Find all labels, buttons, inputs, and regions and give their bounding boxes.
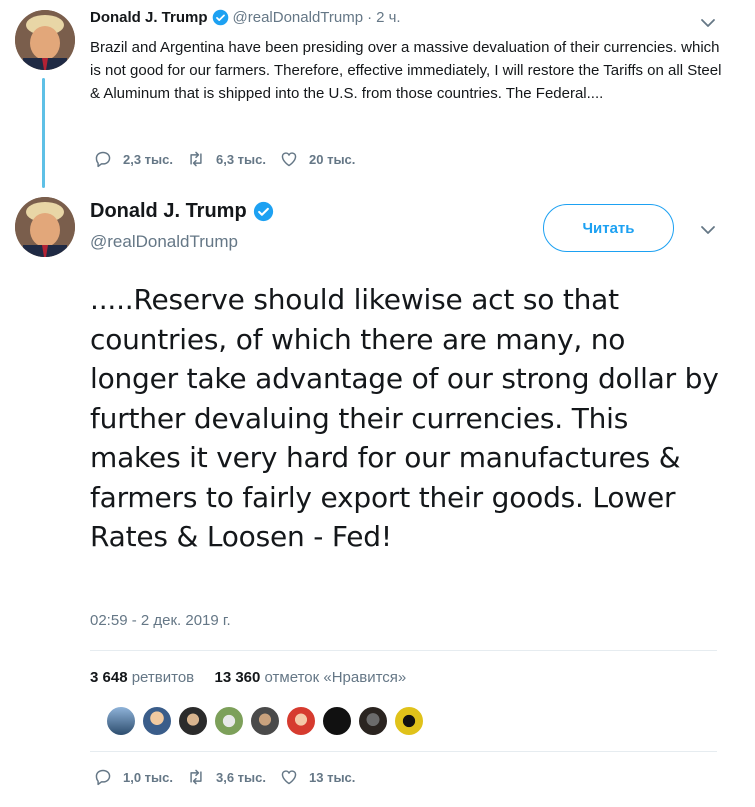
tweet2-like-count: 13 тыс. — [309, 769, 356, 785]
tweet1-actions: 2,3 тыс. 6,3 тыс. 20 тыс. — [93, 150, 368, 168]
tweet1-avatar[interactable] — [15, 10, 75, 70]
tweet2-text: .....Reserve should likewise act so that… — [90, 283, 719, 553]
retweet-total-label[interactable]: ретвитов — [132, 669, 194, 686]
divider — [90, 650, 717, 651]
follow-button[interactable]: Читать — [543, 204, 674, 252]
tweet1-author-name[interactable]: Donald J. Trump — [90, 9, 208, 26]
engagement-stats: 3 648 ретвитов 13 360 отметок «Нравится» — [90, 669, 406, 686]
liker-avatar[interactable] — [286, 706, 316, 736]
reply-icon[interactable] — [93, 150, 113, 168]
chevron-down-icon[interactable] — [700, 17, 716, 29]
liker-avatar[interactable] — [106, 706, 136, 736]
tweet1-handle[interactable]: @realDonaldTrump — [233, 9, 364, 26]
like-icon[interactable] — [279, 150, 299, 168]
divider — [90, 751, 717, 752]
like-total-label[interactable]: отметок «Нравится» — [265, 669, 407, 686]
like-icon[interactable] — [279, 768, 299, 786]
tweet2-author-name[interactable]: Donald J. Trump — [90, 200, 247, 223]
liker-avatar[interactable] — [394, 706, 424, 736]
header-separator: · — [367, 9, 373, 26]
reply-icon[interactable] — [93, 768, 113, 786]
tweet1-retweet-count: 6,3 тыс. — [216, 151, 266, 167]
like-total[interactable]: 13 360 — [214, 669, 260, 686]
tweet1-time[interactable]: 2 ч. — [376, 9, 401, 26]
liker-avatars — [106, 706, 430, 736]
retweet-icon[interactable] — [186, 150, 206, 168]
tweet1-header: Donald J. Trump @realDonaldTrump · 2 ч. — [90, 9, 401, 26]
retweet-total[interactable]: 3 648 — [90, 669, 128, 686]
tweet2-handle[interactable]: @realDonaldTrump — [90, 232, 238, 252]
tweet2-author-name-row: Donald J. Trump — [90, 200, 278, 223]
liker-avatar[interactable] — [358, 706, 388, 736]
retweet-icon[interactable] — [186, 768, 206, 786]
tweet1-like-count: 20 тыс. — [309, 151, 356, 167]
tweet1-text: Brazil and Argentina have been presiding… — [90, 39, 722, 102]
tweet2-reply-count: 1,0 тыс. — [123, 769, 173, 785]
verified-badge-icon — [212, 9, 228, 26]
thread-connector — [42, 78, 45, 188]
tweet2-timestamp[interactable]: 02:59 - 2 дек. 2019 г. — [90, 612, 231, 629]
liker-avatar[interactable] — [322, 706, 352, 736]
liker-avatar[interactable] — [142, 706, 172, 736]
tweet2-avatar[interactable] — [15, 197, 75, 257]
chevron-down-icon[interactable] — [700, 224, 716, 236]
tweet2-actions: 1,0 тыс. 3,6 тыс. 13 тыс. — [93, 768, 368, 786]
liker-avatar[interactable] — [250, 706, 280, 736]
tweet2-retweet-count: 3,6 тыс. — [216, 769, 266, 785]
liker-avatar[interactable] — [214, 706, 244, 736]
tweet1-reply-count: 2,3 тыс. — [123, 151, 173, 167]
liker-avatar[interactable] — [178, 706, 208, 736]
verified-badge-icon — [253, 201, 273, 222]
